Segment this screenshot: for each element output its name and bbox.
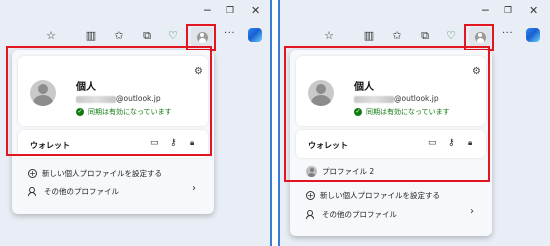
sync-status: ✓ 同期は有効になっています (76, 107, 172, 117)
profile-2-avatar-icon (306, 166, 317, 177)
lock-icon[interactable]: 🔒︎ (190, 138, 194, 148)
gear-icon[interactable]: ⚙ (194, 66, 203, 77)
star-icon[interactable]: ☆ (44, 29, 58, 43)
collections-icon[interactable]: ⧉ (140, 29, 154, 43)
profile-name: 個人 (354, 82, 374, 93)
profile-flyout: 個人 @outlook.jp ✓ 同期は有効になっています ⚙ ウォレット ▭ ⚷… (12, 50, 214, 214)
sync-status-text: 同期は有効になっています (366, 108, 450, 116)
sync-status: ✓ 同期は有効になっています (354, 107, 450, 117)
copilot-icon[interactable] (526, 28, 540, 42)
new-profile-item[interactable]: + 新しい個人プロファイルを設定する (306, 190, 440, 201)
email-domain: @outlook.jp (116, 94, 161, 103)
people-icon (306, 210, 317, 219)
check-icon: ✓ (76, 108, 84, 116)
people-icon (28, 187, 39, 196)
wallet-row[interactable]: ウォレット ▭ ⚷ 🔒︎ (296, 130, 486, 158)
split-screen-icon[interactable]: ▥ (362, 29, 376, 43)
profile-avatar (308, 80, 334, 106)
key-icon[interactable]: ⚷ (170, 138, 177, 148)
profile-email: @outlook.jp (76, 94, 161, 103)
add-icon: + (28, 169, 37, 178)
other-profiles-item[interactable]: その他のプロファイル (28, 186, 119, 197)
new-profile-label: 新しい個人プロファイルを設定する (42, 169, 162, 178)
new-profile-item[interactable]: + 新しい個人プロファイルを設定する (28, 168, 162, 179)
other-profiles-item[interactable]: その他のプロファイル (306, 209, 397, 220)
browser-essentials-icon[interactable]: ♡ (444, 29, 458, 43)
profile-icon (474, 31, 486, 43)
profile-email: @outlook.jp (354, 94, 439, 103)
wallet-label: ウォレット (308, 141, 348, 150)
minimize-button[interactable]: ─ (482, 5, 489, 17)
favorites-icon[interactable]: ✩ (390, 29, 404, 43)
new-profile-label: 新しい個人プロファイルを設定する (320, 191, 440, 200)
minimize-button[interactable]: ─ (204, 5, 211, 17)
redacted-email (354, 95, 394, 103)
profile-2-item[interactable]: プロファイル 2 (306, 166, 374, 177)
other-profiles-label: その他のプロファイル (44, 187, 119, 196)
more-icon[interactable]: ··· (224, 28, 235, 39)
favorites-icon[interactable]: ✩ (112, 29, 126, 43)
profile-flyout: 個人 @outlook.jp ✓ 同期は有効になっています ⚙ ウォレット ▭ ⚷… (290, 50, 492, 236)
chevron-right-icon[interactable]: › (192, 183, 196, 194)
chevron-right-icon[interactable]: › (470, 206, 474, 217)
copilot-icon[interactable] (248, 28, 262, 42)
browser-essentials-icon[interactable]: ♡ (166, 29, 180, 43)
other-profiles-label: その他のプロファイル (322, 210, 397, 219)
key-icon[interactable]: ⚷ (448, 138, 455, 148)
profile-icon (196, 31, 208, 43)
profile-card: 個人 @outlook.jp ✓ 同期は有効になっています ⚙ (18, 56, 208, 126)
collections-icon[interactable]: ⧉ (418, 29, 432, 43)
email-domain: @outlook.jp (394, 94, 439, 103)
credit-card-icon[interactable]: ▭ (150, 138, 159, 148)
restore-button[interactable]: ❐ (226, 5, 234, 17)
add-icon: + (306, 191, 315, 200)
redacted-email (76, 95, 116, 103)
profile-card: 個人 @outlook.jp ✓ 同期は有効になっています ⚙ (296, 56, 486, 126)
lock-icon[interactable]: 🔒︎ (468, 138, 472, 148)
credit-card-icon[interactable]: ▭ (428, 138, 437, 148)
wallet-row[interactable]: ウォレット ▭ ⚷ 🔒︎ (18, 130, 208, 158)
profile-button[interactable] (191, 27, 213, 47)
star-icon[interactable]: ☆ (322, 29, 336, 43)
more-icon[interactable]: ··· (502, 28, 513, 39)
profile-name: 個人 (76, 82, 96, 93)
close-button[interactable]: ✕ (529, 5, 538, 17)
profile-2-label: プロファイル 2 (322, 167, 375, 176)
wallet-label: ウォレット (30, 141, 70, 150)
close-button[interactable]: ✕ (251, 5, 260, 17)
check-icon: ✓ (354, 108, 362, 116)
split-screen-icon[interactable]: ▥ (84, 29, 98, 43)
restore-button[interactable]: ❐ (504, 5, 512, 17)
profile-button[interactable] (469, 27, 491, 47)
right-screenshot: ─ ❐ ✕ ☆ ▥ ✩ ⧉ ♡ ··· 個人 @outlook.jp ✓ 同期は有… (278, 0, 550, 246)
gear-icon[interactable]: ⚙ (472, 66, 481, 77)
sync-status-text: 同期は有効になっています (88, 108, 172, 116)
left-screenshot: ─ ❐ ✕ ☆ ▥ ✩ ⧉ ♡ ··· 個人 @outlook.jp ✓ 同期は有… (0, 0, 272, 246)
profile-avatar (30, 80, 56, 106)
